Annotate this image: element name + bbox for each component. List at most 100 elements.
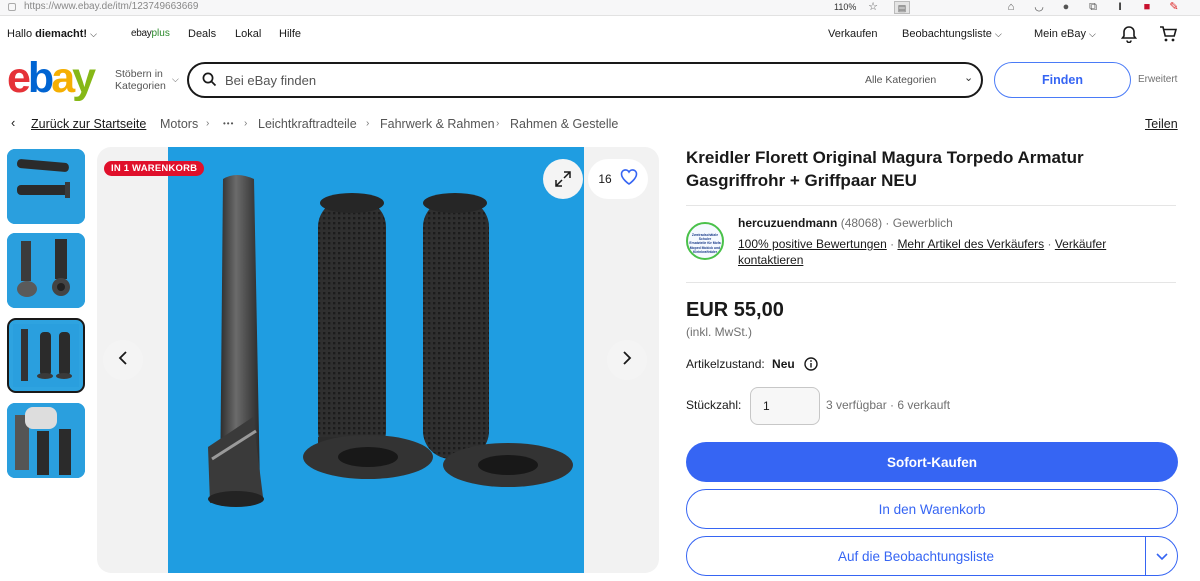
ebayplus-text-b: plus [151, 28, 170, 39]
search-input[interactable]: Bei eBay finden [225, 73, 316, 88]
chevron-down-icon: ⌄ [964, 72, 974, 84]
seller-type: Gewerblich [892, 216, 953, 230]
hilfe-link[interactable]: Hilfe [279, 28, 301, 40]
zoom-level[interactable]: 110% [834, 2, 856, 12]
add-to-cart-button[interactable]: In den Warenkorb [686, 489, 1178, 529]
shop-by-category[interactable]: Stöbern in Kategorien ⌵ [115, 68, 179, 92]
next-image-button[interactable] [607, 340, 647, 380]
watchlist-menu[interactable]: Beobachtungsliste ⌵ [902, 28, 1002, 40]
watch-button[interactable]: 16 [588, 159, 648, 199]
seller-score: (48068) [840, 216, 883, 230]
text-cursor-icon[interactable]: I [1113, 1, 1127, 14]
my-ebay-menu[interactable]: Mein eBay ⌵ [1034, 28, 1096, 40]
ebay-plus-link[interactable]: ebayplus [131, 28, 170, 39]
separator-dot: · [1044, 237, 1055, 251]
thumbnail-1[interactable] [7, 149, 85, 224]
deals-link[interactable]: Deals [188, 28, 216, 40]
addon-badge-icon[interactable]: ■ [1140, 1, 1154, 14]
price: EUR 55,00 [686, 299, 784, 321]
quantity-value: 1 [763, 399, 770, 413]
chevron-down-icon: ⌵ [994, 29, 1002, 39]
chevron-left-icon [118, 350, 128, 370]
ebay-logo[interactable]: ebay [7, 57, 96, 100]
info-icon[interactable] [804, 357, 818, 374]
condition-label: Artikelzustand: [686, 357, 765, 371]
divider [686, 282, 1176, 283]
condition-value: Neu [772, 357, 795, 371]
thumbnail-4[interactable] [7, 403, 85, 478]
reader-view-icon[interactable]: ▤ [894, 1, 910, 14]
seller-logo[interactable]: Zweiradschätzle Schuler Ersatzteile für … [686, 222, 724, 260]
ebayplus-text-a: ebay [131, 28, 152, 39]
contact-link-a: Verkäufer [1054, 237, 1107, 251]
search-button[interactable]: Finden [994, 62, 1131, 98]
verkaufen-link[interactable]: Verkaufen [828, 28, 878, 40]
lock-icon [8, 3, 16, 11]
heart-icon [620, 168, 638, 190]
watchlist-button-group: Auf die Beobachtungsliste [686, 536, 1178, 576]
tax-note: (inkl. MwSt.) [686, 325, 752, 339]
cart-icon[interactable] [1159, 25, 1178, 46]
home-icon[interactable]: ⌂ [1004, 1, 1018, 14]
seller-logo-text-5: Kleinkrafträder [692, 249, 718, 254]
chevron-down-icon [1155, 549, 1168, 564]
condition-row: Artikelzustand: Neu [686, 357, 818, 374]
site-header: ebay Stöbern in Kategorien ⌵ Bei eBay fi… [0, 52, 1200, 108]
divider [686, 205, 1176, 206]
separator-dot: · [885, 216, 890, 230]
thumbnail-2[interactable] [7, 233, 85, 308]
pocket-icon[interactable]: ◡ [1032, 1, 1046, 14]
star-icon[interactable]: ☆ [866, 1, 880, 14]
chevron-right-icon: › [496, 118, 500, 129]
account-icon[interactable]: ● [1059, 1, 1073, 14]
add-to-watchlist-button[interactable]: Auf die Beobachtungsliste [687, 537, 1145, 575]
shop-by-category-line2: Kategorien [115, 80, 166, 92]
chevron-down-icon: ⌵ [172, 74, 179, 84]
seller-logo-text-3: Ersatzteile für Mofa [689, 241, 721, 246]
more-items-link[interactable]: Mehr Artikel des Verkäufers [897, 237, 1044, 251]
chevron-left-icon: ‹ [11, 115, 16, 130]
category-select[interactable]: Alle Kategorien [865, 74, 936, 86]
breadcrumb-item-rahmen[interactable]: Rahmen & Gestelle [510, 117, 618, 131]
breadcrumb-item-fahrwerk[interactable]: Fahrwerk & Rahmen [380, 117, 495, 131]
top-navigation: Hallo diemacht! ⌵ ebayplus Deals Lokal H… [0, 16, 1200, 52]
breadcrumb-ellipsis[interactable]: ••• [223, 119, 234, 128]
chevron-right-icon: › [366, 118, 370, 129]
address-bar[interactable]: https://www.ebay.de/itm/123749663669 [24, 1, 198, 12]
extensions-icon[interactable]: ⧉ [1086, 1, 1100, 14]
quantity-input[interactable]: 1 [750, 387, 820, 425]
breadcrumb-item-leichtkraftradteile[interactable]: Leichtkraftradteile [258, 117, 357, 131]
my-ebay-label: Mein eBay [1034, 28, 1086, 40]
greeting-text: Hallo [7, 28, 33, 40]
addon-red-icon[interactable]: ✎ [1167, 1, 1181, 14]
watchlist-menu-label: Beobachtungsliste [902, 28, 992, 40]
greeting-menu[interactable]: Hallo diemacht! ⌵ [7, 28, 97, 40]
seller-links: 100% positive Bewertungen · Mehr Artikel… [738, 236, 1168, 268]
product-image[interactable] [168, 147, 584, 573]
breadcrumb-item-motors[interactable]: Motors [160, 117, 198, 131]
feedback-link[interactable]: 100% positive Bewertungen [738, 237, 887, 251]
expand-icon[interactable] [543, 159, 583, 199]
chevron-down-icon: ⌵ [90, 29, 97, 39]
separator-dot: · [886, 237, 898, 251]
browser-toolbar: https://www.ebay.de/itm/123749663669 110… [0, 0, 1200, 16]
breadcrumb: ‹ Zurück zur Startseite Motors › ••• › L… [0, 108, 1200, 138]
chevron-right-icon: › [244, 118, 248, 129]
back-to-home-link[interactable]: Zurück zur Startseite [31, 117, 146, 131]
watchlist-options-button[interactable] [1146, 537, 1177, 575]
share-link[interactable]: Teilen [1145, 117, 1178, 131]
chevron-down-icon: ⌵ [1089, 29, 1096, 39]
lokal-link[interactable]: Lokal [235, 28, 261, 40]
advanced-search-link[interactable]: Erweitert [1138, 74, 1177, 85]
bell-icon[interactable] [1120, 25, 1138, 46]
seller-info: hercuzuendmann (48068) · Gewerblich [738, 216, 953, 230]
previous-image-button[interactable] [103, 340, 143, 380]
chevron-right-icon [622, 350, 632, 370]
seller-name[interactable]: hercuzuendmann [738, 216, 837, 230]
quantity-label: Stückzahl: [686, 398, 742, 412]
shop-by-category-line1: Stöbern in [115, 68, 163, 80]
logo-letter-b: b [27, 54, 54, 102]
search-icon [202, 72, 217, 92]
buy-now-button[interactable]: Sofort-Kaufen [686, 442, 1178, 482]
thumbnail-3-selected[interactable] [7, 318, 85, 393]
